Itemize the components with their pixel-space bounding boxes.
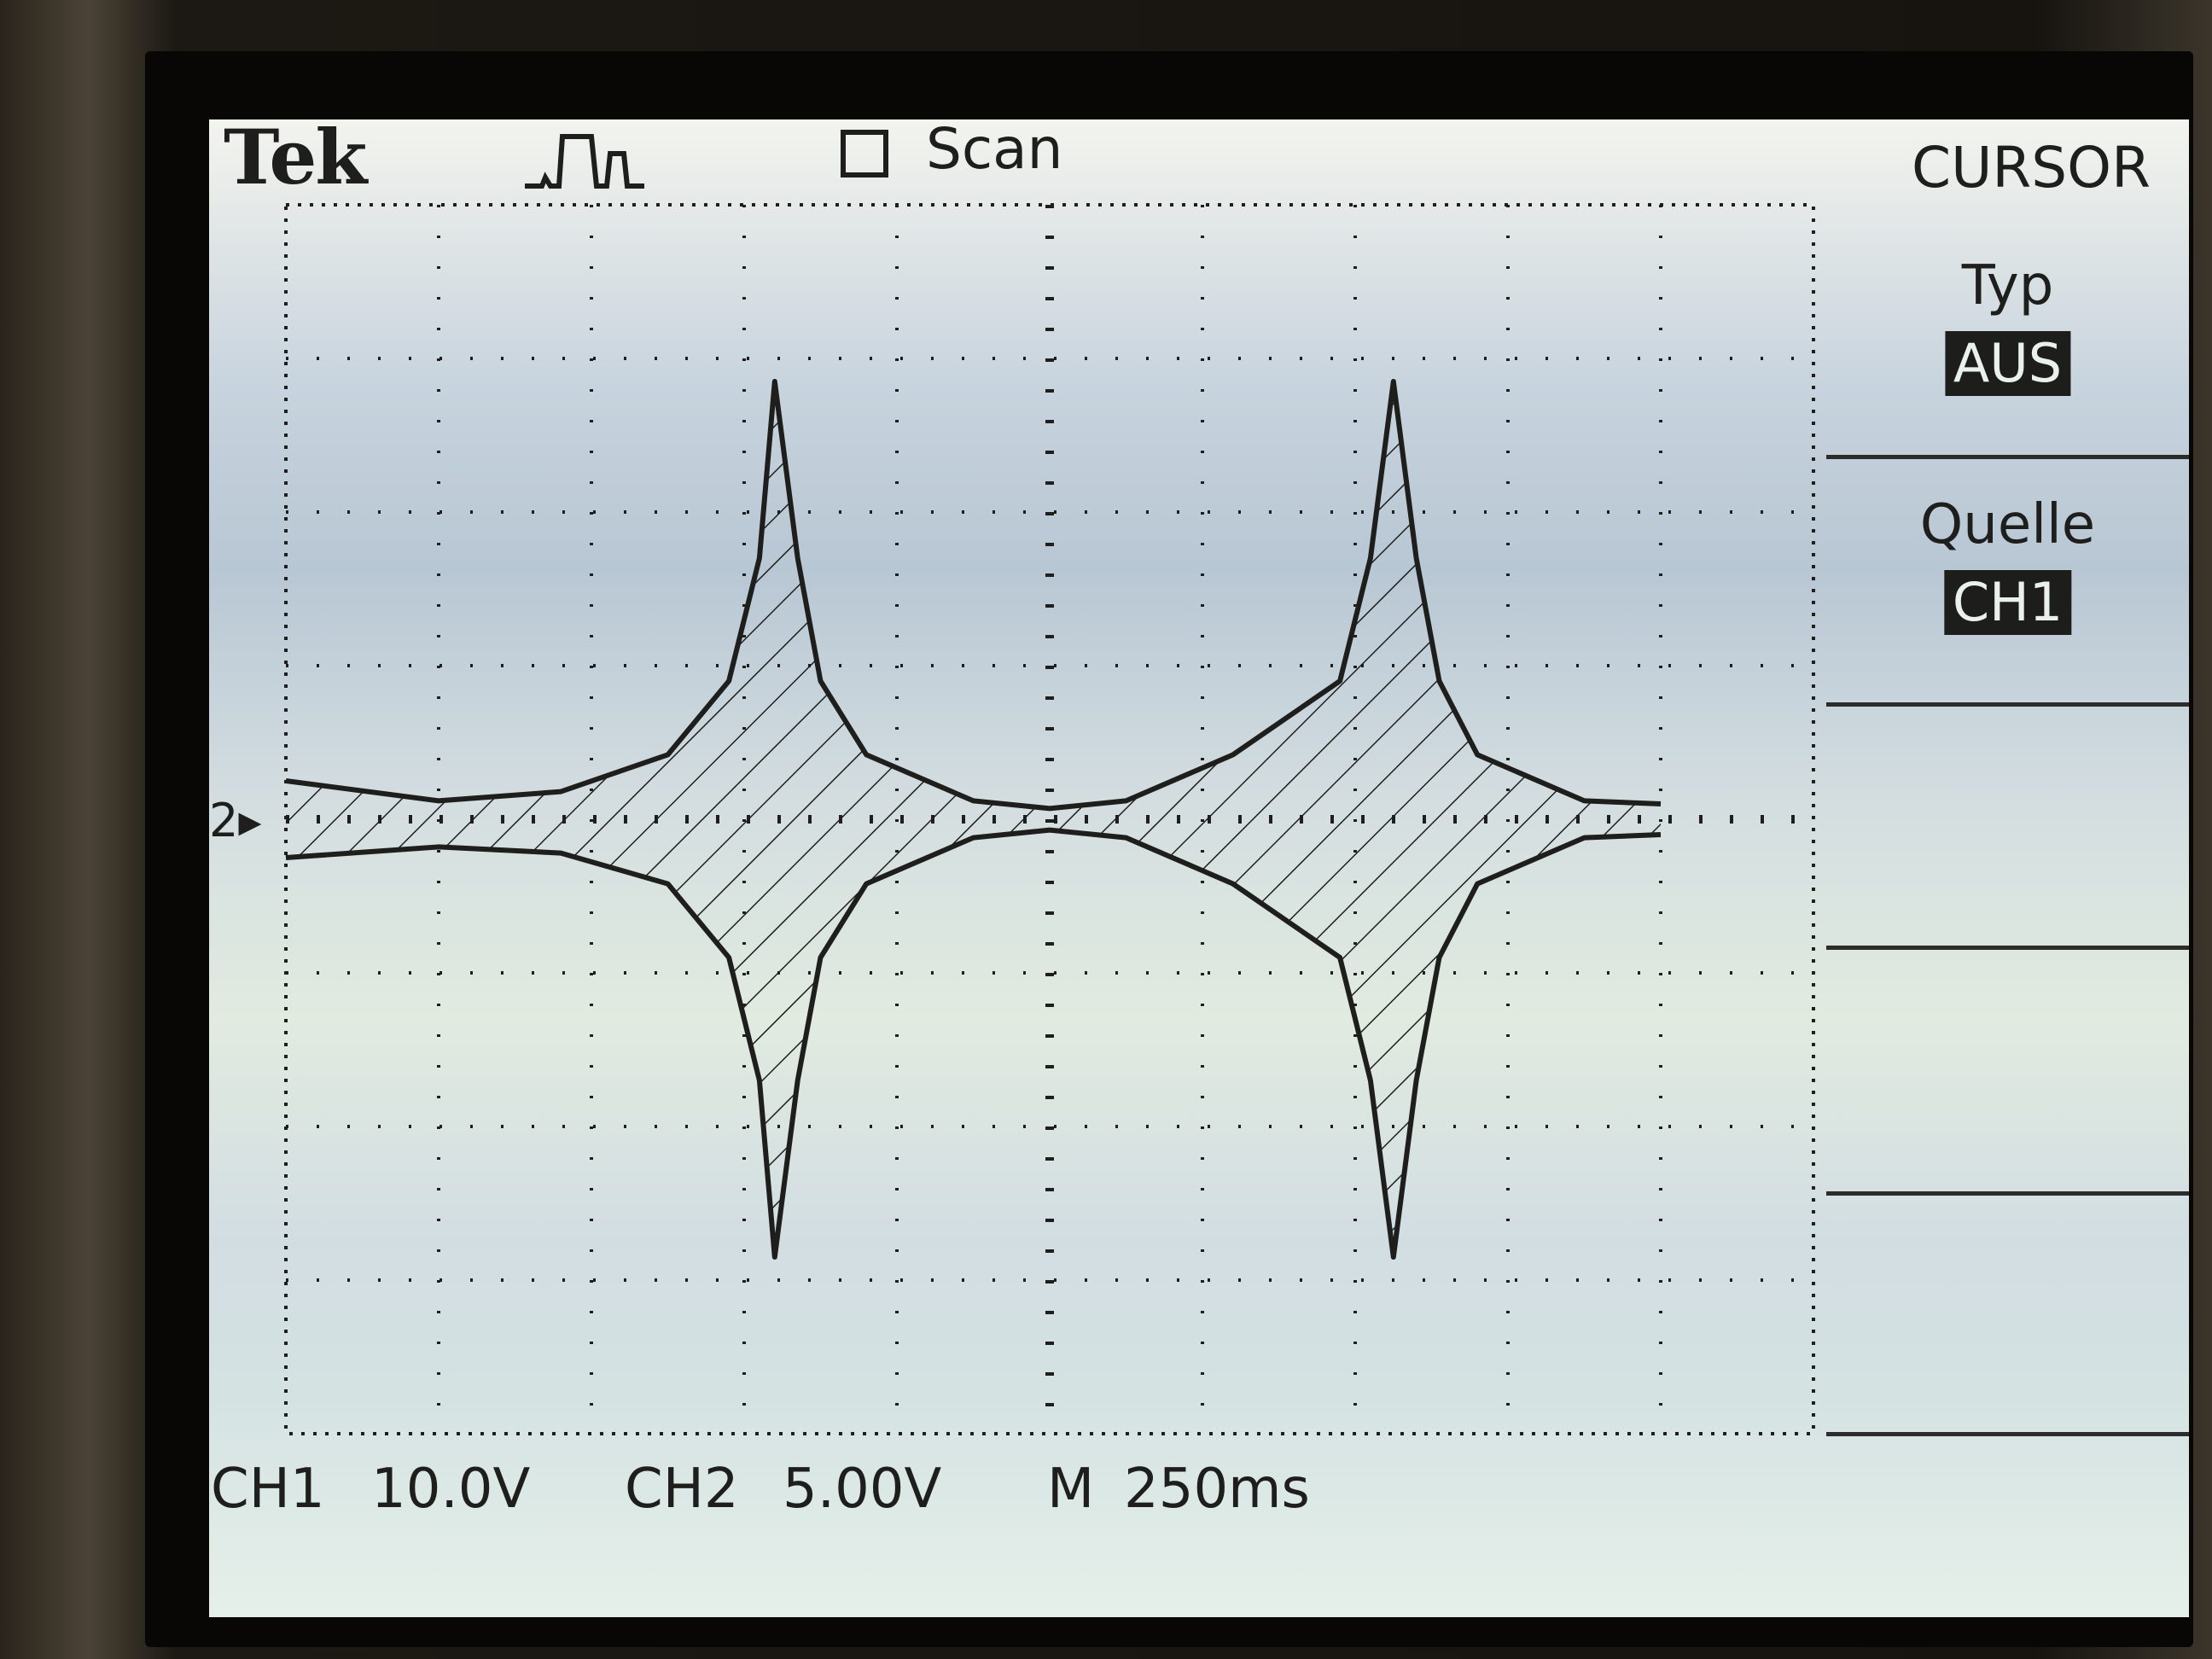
side-menu-slot-4[interactable] bbox=[1826, 950, 2189, 1193]
side-menu-type-value: AUS bbox=[1944, 331, 2071, 396]
ch2-scale: 5.00V bbox=[783, 1458, 942, 1521]
timebase-label: M bbox=[1047, 1458, 1095, 1521]
side-menu-source-value: CH1 bbox=[1943, 570, 2072, 635]
side-menu-slot-3[interactable] bbox=[1826, 707, 2189, 950]
timebase-value: 250ms bbox=[1124, 1458, 1310, 1521]
side-menu-source-title: Quelle bbox=[1919, 493, 2096, 556]
waveform-display bbox=[284, 203, 1815, 1435]
ch2-label: CH2 bbox=[625, 1458, 739, 1521]
ch1-label: CH1 bbox=[211, 1458, 325, 1521]
side-menu-slot-type[interactable]: Typ AUS bbox=[1826, 212, 2189, 455]
side-menu-slot-5[interactable] bbox=[1826, 1196, 2189, 1430]
ch1-scale: 10.0V bbox=[371, 1458, 531, 1521]
side-menu-type-title: Typ bbox=[1961, 254, 2054, 317]
menu-title: CURSOR bbox=[1912, 135, 2151, 201]
oscilloscope-screen: Tek Scan CURSOR 2▸ Typ AUS Quelle CH1 CH… bbox=[209, 119, 2189, 1617]
side-menu-slot-source[interactable]: Quelle CH1 bbox=[1826, 459, 2189, 702]
side-menu-divider bbox=[1826, 1432, 2189, 1436]
side-menu: Typ AUS Quelle CH1 bbox=[1826, 212, 2189, 1436]
